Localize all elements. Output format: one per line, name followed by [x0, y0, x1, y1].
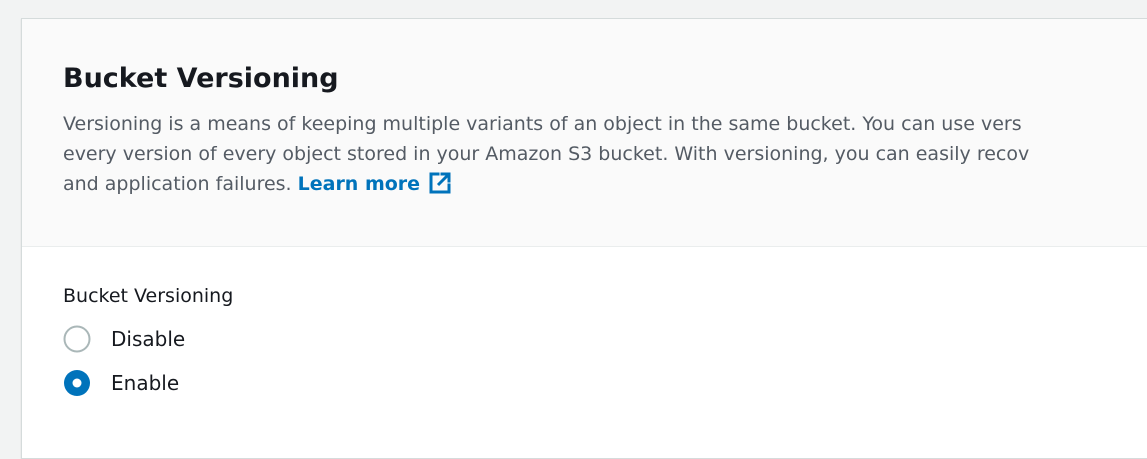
radio-label-disable[interactable]: Disable [111, 324, 185, 354]
radio-label-enable[interactable]: Enable [111, 368, 179, 398]
radio-option-disable[interactable]: Disable [63, 317, 233, 361]
bucket-versioning-panel: Bucket Versioning Versioning is a means … [21, 18, 1147, 459]
external-link-icon[interactable] [428, 171, 452, 195]
description-line-1: Versioning is a means of keeping multipl… [63, 113, 1022, 135]
learn-more-label[interactable]: Learn more [298, 173, 420, 195]
field-label: Bucket Versioning [63, 285, 234, 307]
panel-description: Versioning is a means of keeping multipl… [63, 109, 1147, 199]
learn-more-link[interactable]: Learn more [298, 171, 452, 195]
panel-title: Bucket Versioning [63, 63, 339, 94]
radio-option-enable[interactable]: Enable [63, 361, 233, 405]
panel-body: Bucket Versioning Disable Enable [63, 281, 233, 405]
description-line-2: every version of every object stored in … [63, 143, 1030, 165]
description-line-3: and application failures. Learn more [63, 169, 1147, 199]
radio-selected-icon[interactable] [63, 369, 91, 397]
description-line-3-text: and application failures. [63, 173, 298, 195]
radio-unselected-icon[interactable] [63, 325, 91, 353]
panel-header: Bucket Versioning Versioning is a means … [22, 19, 1147, 247]
